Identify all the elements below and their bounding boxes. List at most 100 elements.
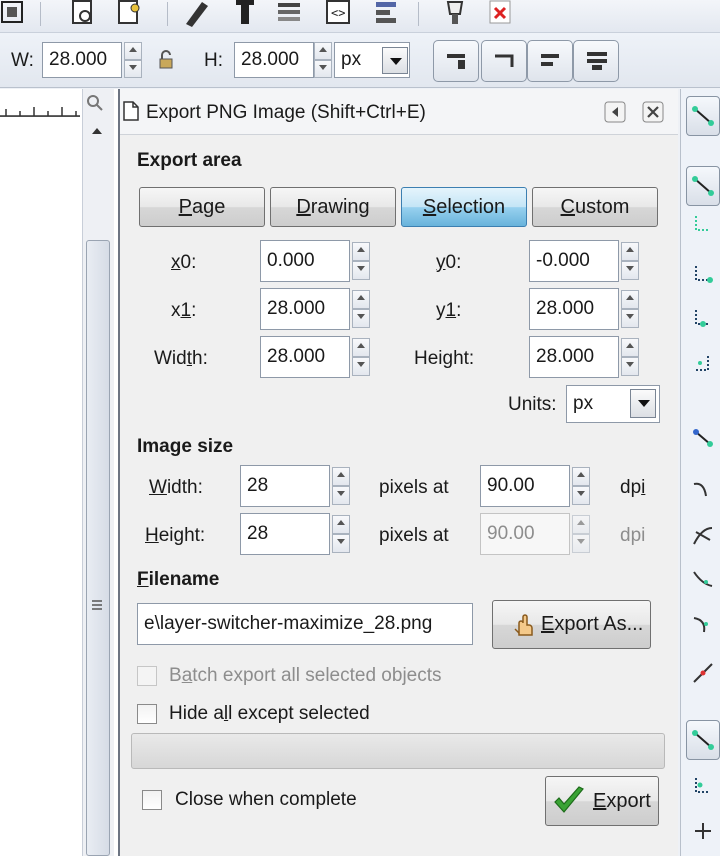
scroll-up-icon[interactable] [90, 126, 104, 136]
snap-path-intersections-icon[interactable] [692, 524, 714, 546]
layers-icon[interactable] [274, 0, 304, 27]
checkmark-icon [554, 786, 584, 813]
image-height-label: Height: [145, 525, 206, 546]
snap-line-midpoints-icon[interactable] [692, 662, 714, 684]
w-input[interactable]: 28.000 [42, 42, 122, 78]
width-dpi-spinner[interactable] [572, 467, 590, 505]
drawing-button-label-post: rawing [310, 196, 370, 218]
page-button[interactable]: Page [139, 187, 265, 227]
dock-icon[interactable] [604, 101, 626, 123]
w-label: W: [11, 50, 34, 71]
height-pixels-at-label: pixels at [379, 525, 449, 546]
snap-rotation-center-icon[interactable] [692, 820, 714, 842]
xml-tags-icon[interactable]: <> [323, 0, 353, 27]
h-input[interactable]: 28.000 [234, 42, 314, 78]
y0-spinner[interactable] [621, 242, 639, 280]
filename-input[interactable]: e\layer-switcher-maximize_28.png [137, 603, 473, 645]
snap-button-1[interactable] [433, 40, 479, 82]
export-as-label: Export As... [541, 613, 644, 635]
text-font-icon[interactable] [230, 0, 260, 27]
area-width-label: Width: [154, 348, 208, 369]
area-width-spinner[interactable] [352, 338, 370, 376]
scrollbar-thumb[interactable] [86, 240, 110, 856]
width-dpi-input[interactable]: 90.00 [480, 465, 570, 507]
custom-button[interactable]: Custom [532, 187, 658, 227]
fill-stroke-icon[interactable] [182, 0, 212, 27]
image-width-spinner[interactable] [332, 467, 350, 505]
x1-spinner[interactable] [352, 290, 370, 328]
snap-smooth-nodes-icon[interactable] [692, 614, 714, 636]
snap-bbox-corners-icon[interactable] [692, 262, 714, 284]
width-pixels-at-label: pixels at [379, 477, 449, 498]
filename-heading: Filename [137, 569, 220, 590]
units-dropdown-button[interactable] [630, 389, 656, 418]
snap-cusp-nodes-icon[interactable] [692, 568, 714, 590]
xml-editor-icon[interactable] [68, 0, 98, 27]
hide-all-label: Hide all except selected [169, 703, 370, 724]
export-progress-bar [131, 733, 665, 769]
snap-toggle-button[interactable] [686, 96, 720, 136]
close-icon[interactable] [642, 101, 664, 123]
snap-others-button[interactable] [686, 720, 720, 760]
group-icon[interactable] [0, 0, 30, 27]
zoom-icon[interactable] [86, 94, 104, 112]
close-document-icon[interactable] [486, 0, 516, 27]
y0-label: y0: [436, 252, 462, 273]
batch-export-label: Batch export all selected objects [169, 665, 442, 686]
w-spinner[interactable] [124, 42, 142, 78]
toolbar-separator [418, 2, 419, 26]
snap-nodes-icon[interactable] [692, 426, 714, 448]
snap-bbox-center-icon[interactable] [692, 352, 714, 374]
h-spinner[interactable] [314, 42, 332, 78]
svg-text:<>: <> [331, 6, 345, 20]
close-when-complete-checkbox[interactable] [142, 790, 162, 810]
y1-input[interactable]: 28.000 [529, 288, 619, 330]
snap-button-3[interactable] [527, 40, 573, 82]
lock-icon[interactable] [156, 49, 176, 71]
x1-input[interactable]: 28.000 [260, 288, 350, 330]
snap-button-2[interactable] [481, 40, 527, 82]
y0-input[interactable]: -0.000 [529, 240, 619, 282]
export-button[interactable]: Export [545, 776, 659, 826]
y1-spinner[interactable] [621, 290, 639, 328]
snap-button-4[interactable] [573, 40, 619, 82]
area-height-spinner[interactable] [621, 338, 639, 376]
scroll-grip-icon [92, 600, 102, 610]
snap-object-center-icon[interactable] [692, 774, 714, 796]
snap-bbox-button[interactable] [686, 166, 720, 206]
selection-button-label-key: S [422, 196, 437, 218]
document-icon [123, 101, 139, 121]
unit-dropdown-button[interactable] [382, 47, 408, 74]
top-toolbar: <> [0, 0, 720, 33]
selection-button[interactable]: Selection [401, 187, 527, 227]
dialog-title: Export PNG Image (Shift+Ctrl+E) [146, 102, 426, 123]
align-distribute-icon[interactable] [372, 0, 402, 27]
toolbar-separator [40, 2, 41, 26]
image-width-label: Width: [149, 477, 203, 498]
drawing-button[interactable]: Drawing [270, 187, 396, 227]
preferences-icon[interactable] [440, 0, 470, 27]
snap-bbox-midpoints-icon[interactable] [692, 306, 714, 328]
image-height-input[interactable]: 28 [240, 513, 330, 555]
node-editor-icon[interactable] [115, 0, 145, 27]
snap-bbox-tool-icon [692, 176, 714, 196]
x1-label: x1: [171, 300, 197, 321]
snap-bbox-edges-icon[interactable] [692, 212, 714, 234]
image-width-input[interactable]: 28 [240, 465, 330, 507]
snap-paths-icon[interactable] [692, 478, 714, 500]
ruler-ticks [0, 107, 80, 117]
x0-spinner[interactable] [352, 242, 370, 280]
x0-input[interactable]: 0.000 [260, 240, 350, 282]
area-height-input[interactable]: 28.000 [529, 336, 619, 378]
drawing-button-label-key: D [296, 196, 311, 218]
image-height-spinner[interactable] [332, 515, 350, 553]
height-dpi-spinner [572, 515, 590, 553]
area-width-input[interactable]: 28.000 [260, 336, 350, 378]
unit-select-value: px [341, 49, 362, 70]
page-button-label-post: age [191, 196, 226, 218]
snap-bbox-icon [447, 54, 465, 69]
custom-button-label-post: ustom [574, 196, 630, 218]
export-as-button[interactable]: Export As... [492, 600, 651, 649]
hide-all-checkbox[interactable] [137, 704, 157, 724]
selection-button-label-post: election [436, 196, 506, 218]
